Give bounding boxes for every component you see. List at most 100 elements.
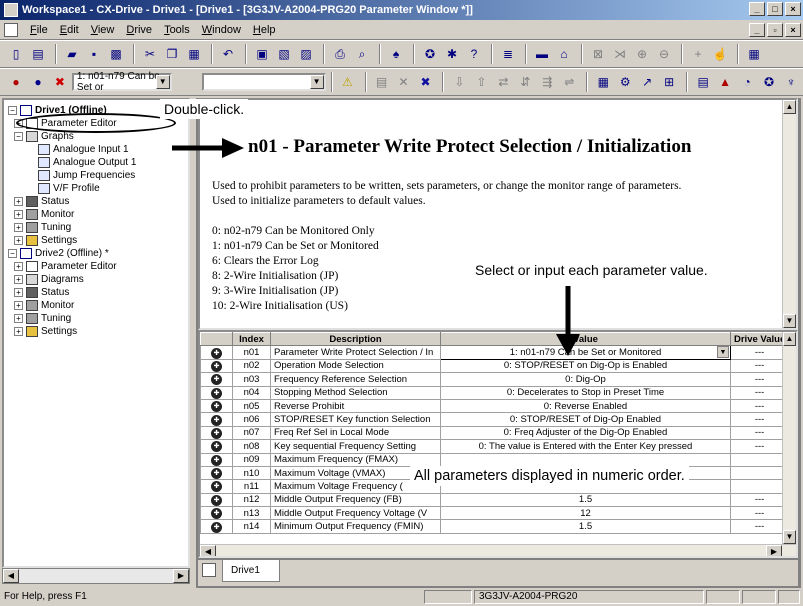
- options-icon[interactable]: ✱: [442, 44, 462, 64]
- graph-icon[interactable]: ▲: [715, 72, 735, 92]
- value-cell[interactable]: 0: Decelerates to Stop in Preset Time: [440, 385, 731, 400]
- connect-icon[interactable]: ⌂: [554, 44, 574, 64]
- table-icon[interactable]: ▦: [593, 72, 613, 92]
- tree-item-monitor[interactable]: + Monitor: [14, 299, 74, 312]
- grid-header-drive-value[interactable]: Drive Value: [729, 332, 790, 347]
- table-row[interactable]: ✚ n12 Middle Output Frequency (FB) 1.5 ---: [200, 492, 790, 508]
- print-icon[interactable]: ⎙: [330, 44, 350, 64]
- grid-header-index[interactable]: Index: [232, 332, 271, 347]
- toggle-tree-icon[interactable]: ▣: [252, 44, 272, 64]
- table-row[interactable]: ✚ n14 Minimum Output Frequency (FMIN) 1.5 --…: [200, 519, 790, 534]
- paste-icon[interactable]: ▦: [184, 44, 204, 64]
- tree-item-jump-frequencies[interactable]: Jump Frequencies: [38, 169, 135, 182]
- table-row[interactable]: ✚ n05 Reverse Prohibit 0: Reverse Enabled --…: [200, 398, 790, 414]
- undo-icon[interactable]: ↶: [218, 44, 238, 64]
- expand-icon[interactable]: +: [14, 327, 23, 336]
- expand-icon[interactable]: +: [14, 262, 23, 271]
- scroll-down-icon[interactable]: ▼: [783, 314, 796, 328]
- table-row[interactable]: ✚ n06 STOP/RESET Key function Selection 0: …: [200, 412, 790, 427]
- zoom-in-icon[interactable]: ⊕: [632, 44, 652, 64]
- value-cell[interactable]: 0: The value is Entered with the Enter K…: [440, 439, 731, 454]
- pan-icon[interactable]: ☝: [710, 44, 730, 64]
- child-close-button[interactable]: ×: [785, 23, 801, 37]
- tree-item-monitor[interactable]: + Monitor: [14, 208, 74, 221]
- download-icon[interactable]: ⇩: [449, 72, 469, 92]
- clear-icon[interactable]: ✕: [394, 72, 414, 92]
- properties-icon[interactable]: ✪: [420, 44, 440, 64]
- maximize-button[interactable]: □: [767, 2, 783, 16]
- document-icon[interactable]: [4, 22, 18, 37]
- expand-icon[interactable]: +: [14, 288, 23, 297]
- child-minimize-button[interactable]: _: [749, 23, 765, 37]
- upload-icon[interactable]: ⇧: [471, 72, 491, 92]
- compare-icon[interactable]: ▤: [372, 72, 392, 92]
- table-row[interactable]: ✚ n04 Stopping Method Selection 0: Decelera…: [200, 385, 790, 400]
- save-icon[interactable]: ▪: [84, 44, 104, 64]
- go-online-icon[interactable]: ●: [6, 72, 26, 92]
- table-row[interactable]: ✚ n01 Parameter Write Protect Selection / …: [200, 345, 790, 360]
- new-file-icon[interactable]: ▯: [6, 44, 26, 64]
- menu-edit[interactable]: Edit: [54, 24, 85, 36]
- help-icon[interactable]: ?: [464, 44, 484, 64]
- menu-file[interactable]: File: [24, 24, 54, 36]
- table-row[interactable]: ✚ n03 Frequency Reference Selection 0: Dig-…: [200, 372, 790, 387]
- warning-icon[interactable]: ⚠: [338, 72, 358, 92]
- parameter-value-combo[interactable]: 1: n01-n79 Can be Set or ▼: [71, 71, 172, 93]
- scroll-down-icon[interactable]: ▼: [783, 530, 796, 544]
- scroll-up-icon[interactable]: ▲: [783, 100, 796, 114]
- tree-item-analogue-output[interactable]: Analogue Output 1: [38, 156, 136, 169]
- grid-view-icon[interactable]: ▦: [744, 44, 764, 64]
- toggle-output-icon[interactable]: ▧: [274, 44, 294, 64]
- tree-item-tuning[interactable]: + Tuning: [14, 221, 71, 234]
- scroll-right-icon[interactable]: ▶: [173, 569, 189, 583]
- open-folder-icon[interactable]: ▰: [62, 44, 82, 64]
- verify-icon[interactable]: ⇵: [515, 72, 535, 92]
- grid-vertical-scrollbar[interactable]: ▲ ▼: [782, 332, 796, 544]
- value-cell[interactable]: 1.5: [440, 492, 731, 508]
- expand-icon[interactable]: +: [14, 275, 23, 284]
- monitor-icon[interactable]: ▬: [532, 44, 552, 64]
- expand-icon[interactable]: +: [14, 223, 23, 232]
- sync-icon[interactable]: ⇌: [559, 72, 579, 92]
- tree-item-vf-profile[interactable]: V/F Profile: [38, 182, 100, 195]
- table-row[interactable]: ✚ n09 Maximum Frequency (FMAX): [200, 452, 790, 467]
- menu-view[interactable]: View: [85, 24, 121, 36]
- merge-icon[interactable]: ⇶: [537, 72, 557, 92]
- tree-item-settings[interactable]: + Settings: [14, 234, 77, 247]
- copy-icon[interactable]: ❐: [162, 44, 182, 64]
- parameter-editor-icon[interactable]: ▤: [693, 72, 713, 92]
- value-cell[interactable]: 1: n01-n79 Can be Set or Monitored ▼: [440, 345, 731, 360]
- value-cell[interactable]: 12: [440, 506, 731, 521]
- grid-horizontal-scrollbar[interactable]: ◀ ▶: [200, 544, 796, 556]
- autotune-icon[interactable]: ✪: [759, 72, 779, 92]
- stop-icon[interactable]: ✖: [50, 72, 70, 92]
- cut-icon[interactable]: ✂: [140, 44, 160, 64]
- chevron-down-icon[interactable]: ▼: [309, 75, 324, 89]
- crosshair-icon[interactable]: +: [688, 44, 708, 64]
- grid-header-value[interactable]: Value: [440, 332, 731, 347]
- transfer-icon[interactable]: ⇄: [493, 72, 513, 92]
- close-button[interactable]: ×: [785, 2, 801, 16]
- collapse-icon[interactable]: −: [8, 106, 17, 115]
- save-all-icon[interactable]: ▩: [106, 44, 126, 64]
- tree-item-settings[interactable]: + Settings: [14, 325, 77, 338]
- list-icon[interactable]: ≣: [498, 44, 518, 64]
- find-icon[interactable]: ♠: [386, 44, 406, 64]
- scroll-left-icon[interactable]: ◀: [3, 569, 19, 583]
- tree-item-parameter-editor[interactable]: + Parameter Editor: [14, 260, 117, 273]
- expand-icon[interactable]: +: [14, 210, 23, 219]
- toggle-watch-icon[interactable]: ▨: [296, 44, 316, 64]
- expand-icon[interactable]: +: [14, 301, 23, 310]
- trend-icon[interactable]: ↗: [637, 72, 657, 92]
- go-offline-icon[interactable]: ●: [28, 72, 48, 92]
- menu-drive[interactable]: Drive: [120, 24, 158, 36]
- secondary-combo[interactable]: ▼: [201, 73, 326, 91]
- value-cell[interactable]: 0: STOP/RESET on Dig-Op is Enabled: [440, 358, 731, 374]
- tree-item-drive2[interactable]: − Drive2 (Offline) *: [8, 247, 109, 260]
- tree-item-status[interactable]: + Status: [14, 195, 69, 208]
- tree-item-status[interactable]: + Status: [14, 286, 69, 299]
- expand-icon[interactable]: +: [14, 236, 23, 245]
- expand-icon[interactable]: +: [14, 197, 23, 206]
- zoom-fit-icon[interactable]: ⋊: [610, 44, 630, 64]
- delete-icon[interactable]: ✖: [415, 72, 435, 92]
